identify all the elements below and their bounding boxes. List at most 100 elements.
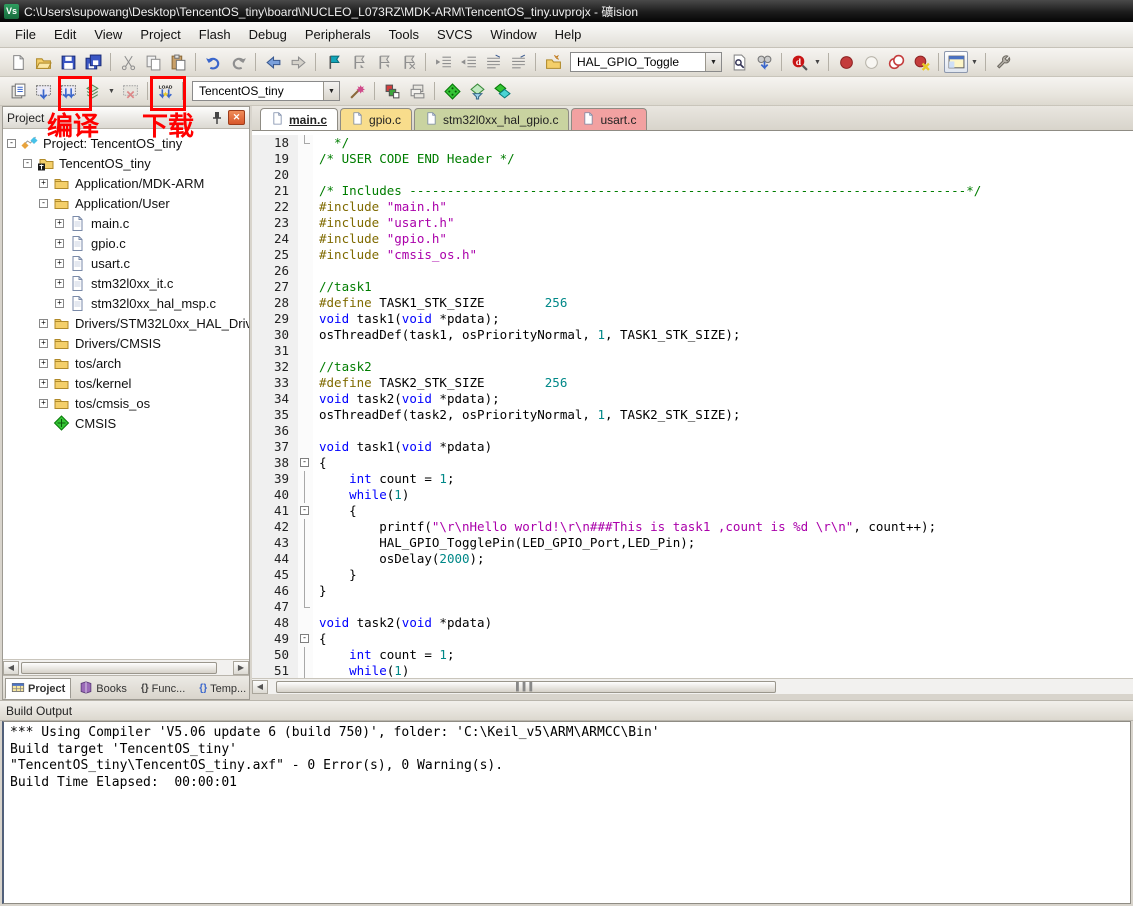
tree-item[interactable]: +tos/kernel xyxy=(3,373,249,393)
layouts-icon[interactable] xyxy=(405,80,429,102)
tree-expander-icon[interactable]: + xyxy=(55,259,64,268)
wand-icon[interactable] xyxy=(345,80,369,102)
tree-item[interactable]: +usart.c xyxy=(3,253,249,273)
target-combo[interactable]: TencentOS_tiny▼ xyxy=(192,81,340,101)
translate-icon[interactable] xyxy=(6,80,30,102)
tree-expander-icon[interactable]: + xyxy=(55,279,64,288)
fold-margin[interactable]: - xyxy=(298,631,313,647)
close-icon[interactable]: ✕ xyxy=(228,110,245,125)
scrollbar-thumb[interactable]: ▌▌▌ xyxy=(276,681,776,693)
d-search-icon[interactable]: d xyxy=(787,51,811,73)
flag-icon[interactable] xyxy=(321,51,345,73)
tree-expander-icon[interactable]: - xyxy=(39,199,48,208)
tree-expander-icon[interactable]: + xyxy=(39,319,48,328)
indent-right-icon[interactable] xyxy=(431,51,455,73)
tree-item[interactable]: -Project: TencentOS_tiny xyxy=(3,133,249,153)
indent-left-icon[interactable] xyxy=(456,51,480,73)
tree-item[interactable]: +stm32l0xx_hal_msp.c xyxy=(3,293,249,313)
menu-flash[interactable]: Flash xyxy=(190,24,240,45)
workspace-tab-temp[interactable]: {}Temp... xyxy=(193,678,252,699)
search-next-icon[interactable] xyxy=(752,51,776,73)
menu-project[interactable]: Project xyxy=(131,24,189,45)
tree-expander-icon[interactable]: + xyxy=(39,399,48,408)
analysis-win-icon[interactable] xyxy=(944,51,968,73)
bp-2-icon[interactable] xyxy=(884,51,908,73)
project-tree-hscrollbar[interactable]: ◀ ▶ xyxy=(3,659,249,675)
comment-icon[interactable] xyxy=(481,51,505,73)
menu-debug[interactable]: Debug xyxy=(240,24,296,45)
file-combo[interactable]: HAL_GPIO_Toggle▼ xyxy=(570,52,722,72)
new-file-icon[interactable] xyxy=(6,51,30,73)
menu-svcs[interactable]: SVCS xyxy=(428,24,481,45)
menu-tools[interactable]: Tools xyxy=(380,24,428,45)
editor-tab-usart-c[interactable]: usart.c xyxy=(571,108,647,130)
packs-icon[interactable] xyxy=(465,80,489,102)
tree-item[interactable]: +tos/cmsis_os xyxy=(3,393,249,413)
undo-icon[interactable] xyxy=(201,51,225,73)
tree-item[interactable]: -TencentOS_tiny xyxy=(3,153,249,173)
tree-expander-icon[interactable]: + xyxy=(39,339,48,348)
menu-view[interactable]: View xyxy=(85,24,131,45)
bp-o-icon[interactable] xyxy=(859,51,883,73)
bp-x-icon[interactable] xyxy=(909,51,933,73)
tree-item[interactable]: +Drivers/STM32L0xx_HAL_Driv xyxy=(3,313,249,333)
editor-tab-stm32l0xx_hal_gpio-c[interactable]: stm32l0xx_hal_gpio.c xyxy=(414,108,569,130)
scroll-left-icon[interactable]: ◀ xyxy=(252,680,268,694)
stop-build-icon[interactable] xyxy=(118,80,142,102)
uncomment-icon[interactable] xyxy=(506,51,530,73)
tree-expander-icon[interactable]: + xyxy=(55,239,64,248)
tree-item[interactable]: +Drivers/CMSIS xyxy=(3,333,249,353)
wrench-icon[interactable] xyxy=(991,51,1015,73)
tree-item[interactable]: +tos/arch xyxy=(3,353,249,373)
tree-expander-icon[interactable]: + xyxy=(39,179,48,188)
dropdown-caret-icon[interactable]: ▼ xyxy=(812,59,823,66)
flag-clear-icon[interactable] xyxy=(396,51,420,73)
tree-item[interactable]: -Application/User xyxy=(3,193,249,213)
back-icon[interactable] xyxy=(261,51,285,73)
tree-expander-icon[interactable]: + xyxy=(39,379,48,388)
fold-collapse-icon[interactable]: - xyxy=(300,506,309,515)
fold-margin[interactable]: - xyxy=(298,503,313,519)
pin-icon[interactable] xyxy=(209,110,225,126)
flag-prev-icon[interactable] xyxy=(371,51,395,73)
copy-icon[interactable] xyxy=(141,51,165,73)
dropdown-caret-icon[interactable]: ▼ xyxy=(969,59,980,66)
combo-dropdown-button[interactable]: ▼ xyxy=(705,53,721,71)
workspace-tab-project[interactable]: Project xyxy=(5,678,71,699)
redo-icon[interactable] xyxy=(226,51,250,73)
open-folder-icon[interactable] xyxy=(31,51,55,73)
fold-margin[interactable]: - xyxy=(298,455,313,471)
tree-expander-icon[interactable]: - xyxy=(23,159,32,168)
menu-file[interactable]: File xyxy=(6,24,45,45)
flag-next-icon[interactable] xyxy=(346,51,370,73)
scroll-right-icon[interactable]: ▶ xyxy=(233,661,249,675)
find-in-files-icon[interactable] xyxy=(727,51,751,73)
scroll-left-icon[interactable]: ◀ xyxy=(3,661,19,675)
menu-edit[interactable]: Edit xyxy=(45,24,85,45)
workspace-tab-func[interactable]: {}Func... xyxy=(135,678,191,699)
menu-help[interactable]: Help xyxy=(546,24,591,45)
browse-book-icon[interactable] xyxy=(541,51,565,73)
cut-icon[interactable] xyxy=(116,51,140,73)
build-output-log[interactable]: *** Using Compiler 'V5.06 update 6 (buil… xyxy=(2,721,1131,904)
forward-icon[interactable] xyxy=(286,51,310,73)
editor-tab-gpio-c[interactable]: gpio.c xyxy=(340,108,412,130)
tree-item[interactable]: +Application/MDK-ARM xyxy=(3,173,249,193)
tree-expander-icon[interactable]: + xyxy=(55,219,64,228)
menu-window[interactable]: Window xyxy=(481,24,545,45)
fold-collapse-icon[interactable]: - xyxy=(300,458,309,467)
tree-expander-icon[interactable]: + xyxy=(39,359,48,368)
editor-tab-main-c[interactable]: main.c xyxy=(260,108,338,130)
scrollbar-thumb[interactable] xyxy=(21,662,217,674)
target-opts-icon[interactable] xyxy=(380,80,404,102)
code-editor[interactable]: 18 */19/* USER CODE END Header */2021/* … xyxy=(252,131,1133,680)
save-all-icon[interactable] xyxy=(81,51,105,73)
tree-item[interactable]: CMSIS xyxy=(3,413,249,433)
tree-item[interactable]: +stm32l0xx_it.c xyxy=(3,273,249,293)
menu-peripherals[interactable]: Peripherals xyxy=(296,24,380,45)
workspace-tab-books[interactable]: Books xyxy=(73,678,133,699)
pack-installer-icon[interactable] xyxy=(490,80,514,102)
build-icon[interactable] xyxy=(31,80,55,102)
combo-dropdown-button[interactable]: ▼ xyxy=(323,82,339,100)
bp-icon[interactable] xyxy=(834,51,858,73)
